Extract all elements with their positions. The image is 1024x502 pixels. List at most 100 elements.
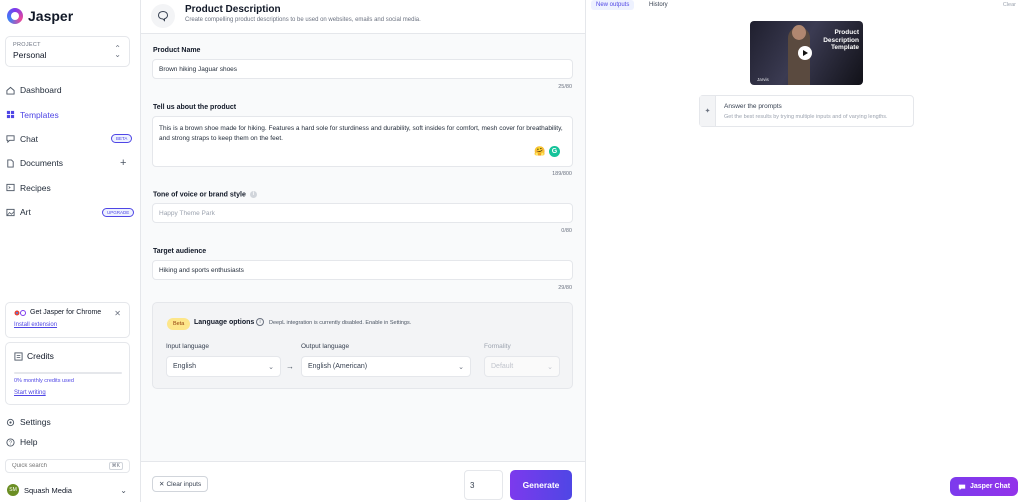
presenter-head [792,25,806,40]
sidebar-item-settings[interactable]: Settings [0,412,140,432]
home-icon [6,86,15,95]
target-audience-counter: 29/80 [558,285,572,291]
close-icon: ✕ [159,481,165,488]
formality-label: Formality [484,343,511,350]
output-language-select[interactable]: English (American) ⌄ [301,356,471,377]
page-title: Product Description [185,4,281,15]
credits-card: Credits 0% monthly credits used Start wr… [5,342,130,405]
sidebar-item-label: Art [20,207,31,218]
project-selector[interactable]: PROJECT Personal ⌃ ⌄ [5,36,130,67]
image-icon [6,208,15,216]
sidebar-item-label: Settings [20,417,51,427]
video-brand: Jarvis [757,77,769,82]
template-form-panel: Product Description Create compelling pr… [141,0,586,502]
quick-search[interactable]: ⌘K [5,459,130,473]
output-language-label: Output language [301,343,350,350]
app-name: Jasper [28,8,74,24]
beta-badge: BETA [111,134,133,144]
document-icon [7,159,14,168]
emoji-icon[interactable]: 🤗 [534,146,545,157]
sidebar-item-art[interactable]: Art UPGRADE [0,200,140,224]
output-count-input[interactable]: 3 [464,470,503,500]
answer-prompts-card: ✦ Answer the prompts Get the best result… [699,95,914,127]
avatar: SM [7,484,19,496]
chevron-down-icon: ⌄ [458,363,464,371]
project-name: Personal [13,50,47,60]
credits-progress-bar [14,372,122,374]
credits-title: Credits [27,351,54,361]
clear-inputs-button[interactable]: ✕ Clear inputs [152,476,209,492]
credits-used-text: 0% monthly credits used [14,378,74,384]
sidebar-item-recipes[interactable]: Recipes [0,176,140,200]
quick-search-input[interactable] [12,463,102,469]
sparkle-icon: ✦ [700,96,716,126]
chrome-extension-icon [14,309,26,316]
info-icon[interactable]: i [256,318,264,326]
add-document-icon[interactable]: + [120,157,126,169]
target-audience-label: Target audience [153,248,207,255]
sidebar: Jasper PROJECT Personal ⌃ ⌄ Dashboard Tem… [0,0,141,502]
chevron-down-icon: ⌄ [547,363,553,371]
jasper-logo-icon [7,8,23,24]
upgrade-badge[interactable]: UPGRADE [102,207,135,217]
play-icon[interactable] [798,46,812,60]
chrome-card-title: Get Jasper for Chrome [30,309,102,316]
workspace-switcher[interactable]: SM Squash Media ⌄ [7,484,129,496]
input-language-label: Input language [166,343,210,350]
workspace-name: Squash Media [24,485,72,495]
install-extension-link[interactable]: Install extension [14,322,121,328]
project-label: PROJECT [13,42,41,48]
tutorial-video-thumbnail[interactable]: Product Description Template Jarvis [750,21,863,85]
output-language-value: English (American) [308,363,368,370]
language-options-title: Language options [194,319,255,326]
formality-select[interactable]: Default ⌄ [484,356,560,377]
about-product-textarea[interactable]: This is a brown shoe made for hiking. Fe… [152,116,573,167]
start-writing-link[interactable]: Start writing [14,390,121,396]
clear-inputs-label: Clear inputs [166,480,202,488]
sidebar-item-documents[interactable]: Documents + [0,151,140,175]
prompt-card-subtitle: Get the best results by trying multiple … [724,114,888,120]
product-name-label: Product Name [153,47,201,54]
generate-button[interactable]: Generate [510,470,572,500]
logo[interactable]: Jasper [7,8,73,24]
jasper-chat-label: Jasper Chat [969,483,1011,490]
close-icon[interactable]: ✕ [114,309,121,318]
about-product-label: Tell us about the product [153,104,237,111]
clear-outputs-link[interactable]: Clear [1003,2,1016,8]
sidebar-item-dashboard[interactable]: Dashboard [0,78,140,102]
sidebar-nav: Dashboard Templates Chat BETA Documents … [0,78,140,224]
prompt-card-title: Answer the prompts [724,103,782,110]
tone-counter: 0/80 [561,228,572,234]
shortcut-hint: ⌘K [108,462,123,470]
video-title: Product Description Template [823,29,859,51]
sidebar-item-templates[interactable]: Templates [0,102,140,126]
jasper-chat-button[interactable]: Jasper Chat [950,477,1018,496]
tab-new-outputs[interactable]: New outputs [591,0,635,10]
credits-icon [14,351,23,361]
chat-icon [6,135,15,144]
arrow-right-icon: → [286,362,294,371]
sidebar-item-label: Templates [20,109,59,120]
tone-label: Tone of voice or brand style i [153,191,257,198]
sidebar-item-chat[interactable]: Chat BETA [0,127,140,151]
chrome-extension-card: Get Jasper for Chrome Install extension … [5,302,130,338]
deepl-note: DeepL integration is currently disabled.… [269,320,412,326]
sidebar-item-help[interactable]: ? Help [0,432,140,452]
grammarly-icon[interactable]: G [549,146,560,157]
input-language-value: English [173,363,196,370]
tone-input[interactable]: Happy Theme Park [152,203,573,223]
output-panel: New outputs History Clear Product Descri… [586,0,1024,502]
chevron-updown-icon: ⌃ ⌄ [114,44,121,59]
sidebar-bottom-nav: Settings ? Help [0,412,140,452]
formality-value: Default [491,363,514,370]
chevron-down-icon: ⌄ [120,485,127,495]
input-language-select[interactable]: English ⌄ [166,356,281,377]
target-audience-input[interactable]: Hiking and sports enthusiasts [152,260,573,280]
info-icon[interactable]: i [249,191,257,198]
beta-badge: Beta [167,318,191,330]
help-icon: ? [6,437,15,447]
about-product-counter: 189/800 [552,171,572,177]
product-name-input[interactable]: Brown hiking Jaguar shoes [152,59,573,79]
svg-text:?: ? [9,440,12,446]
tab-history[interactable]: History [644,0,673,10]
